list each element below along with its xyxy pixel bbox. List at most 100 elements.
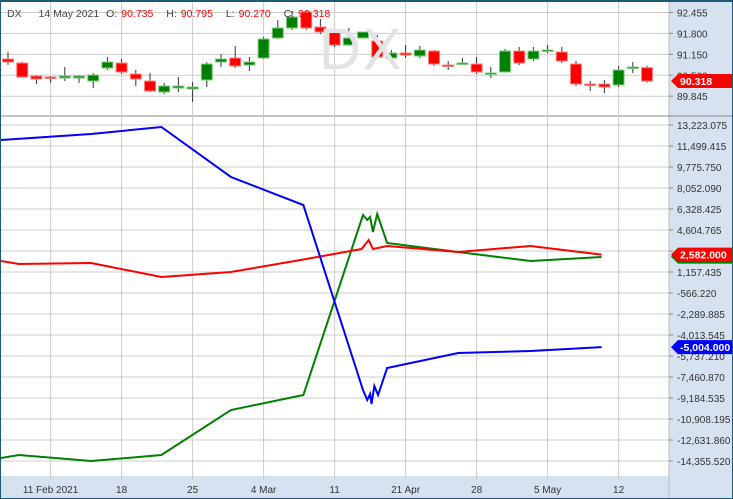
- indicator-tick-label: 6,328.425: [677, 205, 722, 216]
- candle-body: [428, 50, 440, 65]
- candle-body: [413, 49, 426, 57]
- indicator-tick-label: -2,289.885: [677, 310, 725, 321]
- candle: [129, 69, 142, 87]
- candle-body: [2, 58, 14, 63]
- candle-body: [541, 49, 554, 53]
- indicator-tick-label: 9,775.750: [677, 163, 722, 174]
- candle-body: [456, 62, 469, 66]
- candle-body: [87, 74, 100, 82]
- candle: [200, 62, 213, 88]
- indicator-tick-label: -566.220: [677, 289, 717, 300]
- time-tick-label: 5 May: [534, 485, 561, 496]
- candle: [115, 59, 128, 75]
- legend-open: 90.735: [121, 8, 154, 20]
- candle-body: [16, 62, 29, 78]
- legend-high-label: H:: [166, 8, 177, 20]
- indicator-tick-label: -14,355.520: [677, 457, 731, 468]
- candle-body: [626, 66, 639, 70]
- candle: [101, 57, 114, 70]
- candle: [499, 48, 511, 73]
- last-price-tag: 90.318: [671, 74, 732, 89]
- legend-close: 90.318: [298, 8, 331, 20]
- indicator-tick-label: -9,184.535: [677, 394, 725, 405]
- candle-body: [527, 50, 540, 60]
- candle: [612, 66, 625, 88]
- legend-open-label: O:: [106, 8, 118, 20]
- candle-body: [555, 51, 568, 62]
- indicator-tick-label: -10,908.195: [677, 415, 731, 426]
- indicator-tick-label: -7,460.870: [677, 373, 725, 384]
- candle: [513, 47, 526, 66]
- candle: [598, 80, 611, 94]
- candle: [243, 57, 256, 72]
- candle-body: [499, 50, 511, 73]
- candle-body: [641, 67, 653, 82]
- candle-body: [584, 83, 597, 87]
- price-tick-label: 91.800: [677, 29, 708, 40]
- price-tick-label: 91.150: [677, 50, 708, 61]
- legend-low-label: L:: [225, 8, 235, 20]
- candle: [527, 47, 540, 62]
- legend-date: 14 May 2021: [38, 8, 100, 20]
- time-tick-label: 4 Mar: [251, 485, 277, 496]
- candle: [30, 75, 43, 85]
- candle: [158, 83, 171, 95]
- time-tick-label: 25: [187, 485, 199, 496]
- indicator-tick-label: 13,223.075: [677, 121, 727, 132]
- candle-body: [129, 73, 142, 80]
- candle: [626, 62, 639, 74]
- candle-body: [470, 63, 483, 73]
- candle-body: [271, 27, 284, 39]
- candle-body: [257, 38, 270, 59]
- candle-body: [158, 85, 171, 93]
- candle-body: [513, 50, 526, 64]
- legend-low: 90.270: [238, 8, 271, 20]
- candle: [584, 81, 597, 92]
- candle: [215, 53, 227, 68]
- candle: [16, 62, 29, 79]
- candle-body: [484, 72, 497, 76]
- candle-body: [229, 57, 242, 67]
- candle-body: [598, 83, 611, 88]
- candle: [87, 73, 100, 89]
- candle: [456, 58, 469, 66]
- candle: [442, 61, 455, 70]
- legend-symbol: DX: [7, 8, 22, 20]
- candle-body: [44, 76, 57, 80]
- candle: [73, 75, 85, 84]
- indicator-tick-label: 8,052.090: [677, 184, 722, 195]
- candle: [641, 65, 653, 83]
- time-tick-label: 18: [116, 485, 128, 496]
- candle-body: [612, 69, 625, 86]
- candle: [470, 57, 483, 75]
- legend-close-label: C:: [283, 8, 295, 20]
- symbol-watermark: DX: [319, 17, 404, 82]
- candle-body: [115, 62, 128, 73]
- legend-high: 90.795: [180, 8, 213, 20]
- candle: [484, 67, 497, 79]
- candle: [58, 67, 71, 82]
- candle: [186, 82, 199, 103]
- indicator-tick-label: -12,631.860: [677, 436, 731, 447]
- time-tick-label: 12: [613, 485, 625, 496]
- price-tick-label: 89.845: [677, 92, 708, 103]
- chart-window: 92.45591.80091.15090.50089.84513,223.075…: [0, 0, 733, 499]
- red-series-tag-text: 2,582.000: [680, 250, 727, 262]
- candle: [229, 46, 242, 69]
- candle: [257, 37, 270, 59]
- candle-body: [101, 61, 114, 69]
- blue-series-tag: -5,004.000: [671, 340, 732, 354]
- time-tick-label: 11: [329, 485, 340, 496]
- time-tick-label: 21 Apr: [391, 485, 421, 496]
- ohlc-legend: DX 14 May 2021 O: 90.735 H: 90.795 L: 90.27…: [7, 8, 340, 20]
- candle-body: [200, 63, 213, 81]
- candle: [144, 73, 156, 93]
- candle-body: [186, 86, 199, 90]
- indicator-tick-label: 11,499.415: [677, 142, 727, 153]
- blue-series-tag-text: -5,004.000: [680, 342, 730, 354]
- candle-body: [73, 75, 85, 79]
- time-tick-label: 28: [471, 485, 483, 496]
- candle-body: [442, 64, 455, 68]
- candle-body: [243, 61, 256, 66]
- candle: [541, 45, 554, 54]
